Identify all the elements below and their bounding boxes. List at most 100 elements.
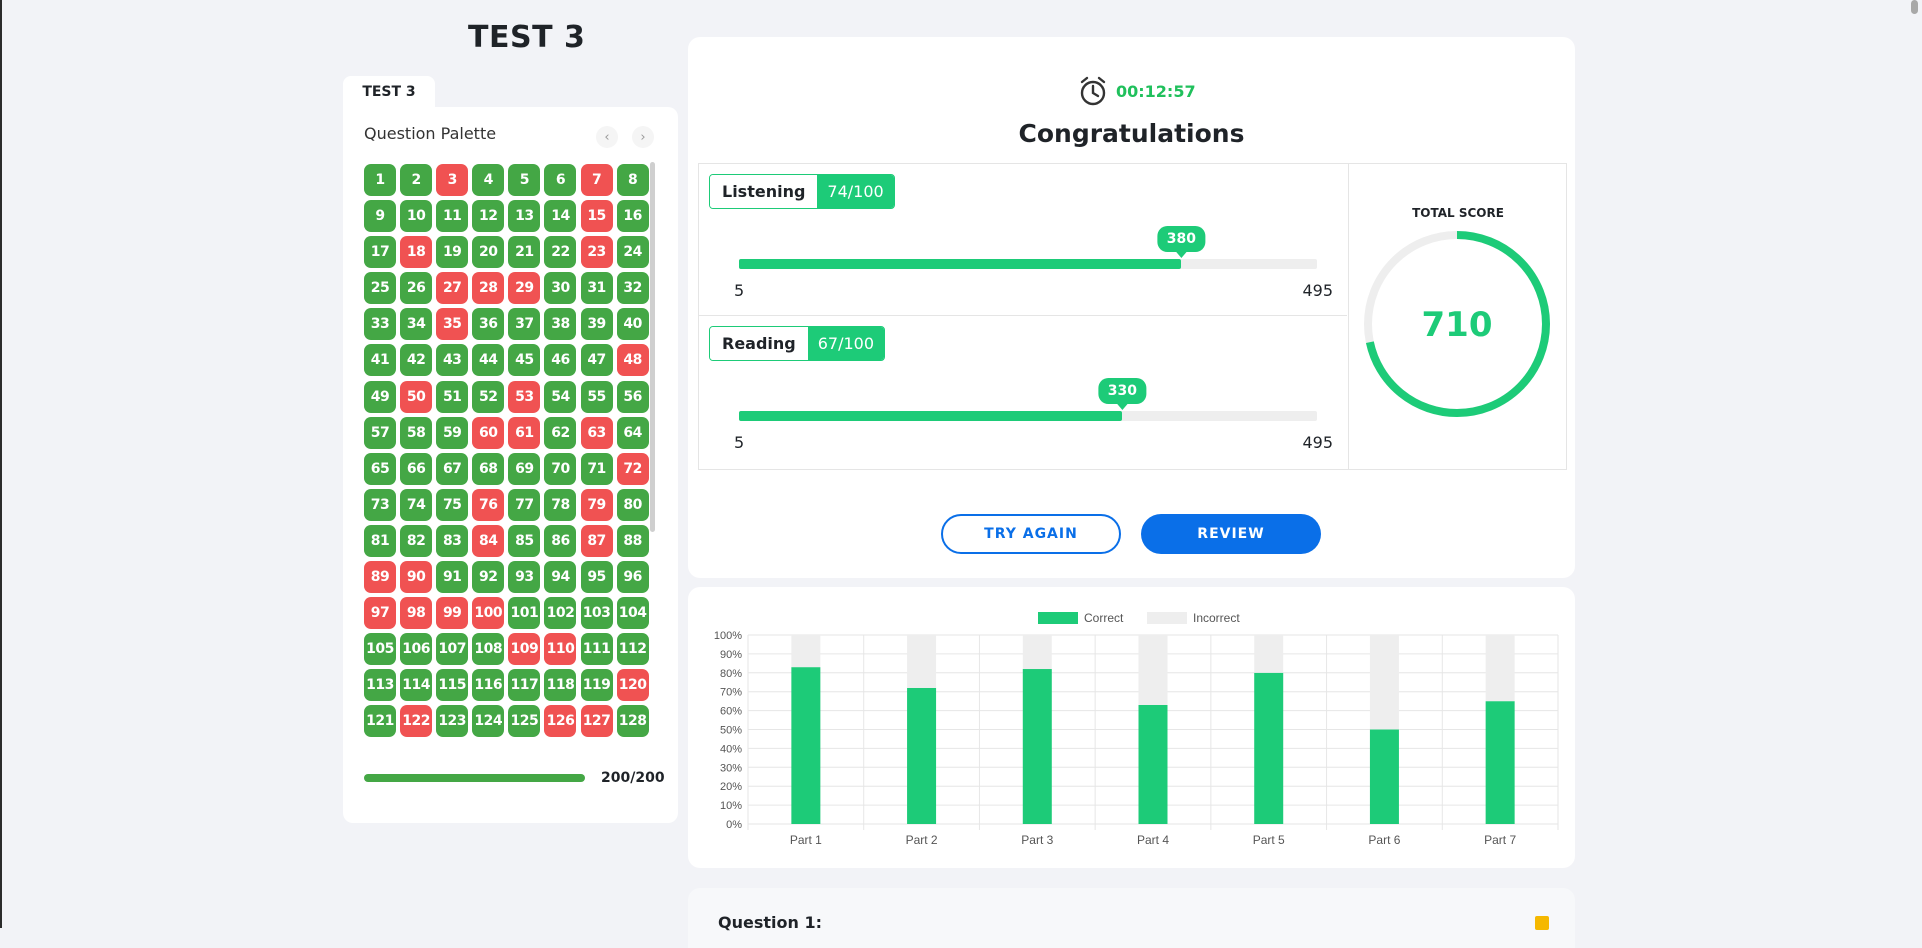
question-button[interactable]: 76 <box>472 488 505 521</box>
question-button[interactable]: 95 <box>580 561 613 594</box>
question-button[interactable]: 38 <box>544 308 577 341</box>
question-button[interactable]: 67 <box>436 452 469 485</box>
question-button[interactable]: 8 <box>616 164 649 196</box>
question-button[interactable]: 96 <box>616 561 649 594</box>
question-button[interactable]: 112 <box>616 633 649 666</box>
question-button[interactable]: 51 <box>436 380 469 413</box>
question-button[interactable]: 62 <box>544 416 577 449</box>
question-button[interactable]: 127 <box>580 705 613 738</box>
question-button[interactable]: 27 <box>436 272 469 305</box>
question-button[interactable]: 52 <box>472 380 505 413</box>
question-button[interactable]: 56 <box>616 380 649 413</box>
question-button[interactable]: 99 <box>436 597 469 630</box>
question-button[interactable]: 110 <box>544 633 577 666</box>
question-button[interactable]: 40 <box>616 308 649 341</box>
question-button[interactable]: 35 <box>436 308 469 341</box>
question-button[interactable]: 108 <box>472 633 505 666</box>
question-button[interactable]: 72 <box>616 452 649 485</box>
question-button[interactable]: 128 <box>616 705 649 738</box>
question-button[interactable]: 82 <box>400 524 433 557</box>
question-button[interactable]: 126 <box>544 705 577 738</box>
question-button[interactable]: 10 <box>400 200 433 233</box>
question-button[interactable]: 58 <box>400 416 433 449</box>
question-button[interactable]: 114 <box>400 669 433 702</box>
question-button[interactable]: 7 <box>580 164 613 196</box>
question-button[interactable]: 64 <box>616 416 649 449</box>
question-button[interactable]: 91 <box>436 561 469 594</box>
question-button[interactable]: 15 <box>580 200 613 233</box>
question-button[interactable]: 102 <box>544 597 577 630</box>
question-button[interactable]: 85 <box>508 524 541 557</box>
review-button[interactable]: REVIEW <box>1141 514 1321 554</box>
question-button[interactable]: 77 <box>508 488 541 521</box>
question-button[interactable]: 87 <box>580 524 613 557</box>
question-button[interactable]: 55 <box>580 380 613 413</box>
question-button[interactable]: 6 <box>544 164 577 196</box>
question-button[interactable]: 34 <box>400 308 433 341</box>
question-button[interactable]: 111 <box>580 633 613 666</box>
question-button[interactable]: 74 <box>400 488 433 521</box>
question-button[interactable]: 123 <box>436 705 469 738</box>
question-button[interactable]: 121 <box>364 705 396 738</box>
question-button[interactable]: 84 <box>472 524 505 557</box>
question-button[interactable]: 19 <box>436 236 469 269</box>
question-button[interactable]: 89 <box>364 561 396 594</box>
question-button[interactable]: 109 <box>508 633 541 666</box>
question-button[interactable]: 18 <box>400 236 433 269</box>
question-button[interactable]: 49 <box>364 380 396 413</box>
question-button[interactable]: 69 <box>508 452 541 485</box>
question-button[interactable]: 12 <box>472 200 505 233</box>
question-button[interactable]: 125 <box>508 705 541 738</box>
question-button[interactable]: 48 <box>616 344 649 377</box>
question-button[interactable]: 46 <box>544 344 577 377</box>
question-button[interactable]: 61 <box>508 416 541 449</box>
question-button[interactable]: 116 <box>472 669 505 702</box>
question-button[interactable]: 124 <box>472 705 505 738</box>
question-button[interactable]: 90 <box>400 561 433 594</box>
question-button[interactable]: 71 <box>580 452 613 485</box>
question-button[interactable]: 93 <box>508 561 541 594</box>
question-button[interactable]: 32 <box>616 272 649 305</box>
question-button[interactable]: 1 <box>364 164 396 196</box>
question-button[interactable]: 68 <box>472 452 505 485</box>
question-button[interactable]: 75 <box>436 488 469 521</box>
question-button[interactable]: 66 <box>400 452 433 485</box>
question-button[interactable]: 98 <box>400 597 433 630</box>
question-button[interactable]: 26 <box>400 272 433 305</box>
question-button[interactable]: 3 <box>436 164 469 196</box>
question-button[interactable]: 103 <box>580 597 613 630</box>
question-button[interactable]: 94 <box>544 561 577 594</box>
try-again-button[interactable]: TRY AGAIN <box>941 514 1121 554</box>
question-button[interactable]: 113 <box>364 669 396 702</box>
question-button[interactable]: 13 <box>508 200 541 233</box>
question-button[interactable]: 86 <box>544 524 577 557</box>
question-button[interactable]: 59 <box>436 416 469 449</box>
question-button[interactable]: 54 <box>544 380 577 413</box>
question-button[interactable]: 115 <box>436 669 469 702</box>
question-button[interactable]: 73 <box>364 488 396 521</box>
question-button[interactable]: 120 <box>616 669 649 702</box>
question-button[interactable]: 100 <box>472 597 505 630</box>
question-button[interactable]: 30 <box>544 272 577 305</box>
page-scrollbar[interactable] <box>1908 0 1922 928</box>
question-button[interactable]: 105 <box>364 633 396 666</box>
question-button[interactable]: 5 <box>508 164 541 196</box>
question-button[interactable]: 106 <box>400 633 433 666</box>
question-button[interactable]: 39 <box>580 308 613 341</box>
question-button[interactable]: 4 <box>472 164 505 196</box>
question-button[interactable]: 29 <box>508 272 541 305</box>
question-button[interactable]: 2 <box>400 164 433 196</box>
question-button[interactable]: 81 <box>364 524 396 557</box>
question-button[interactable]: 47 <box>580 344 613 377</box>
question-button[interactable]: 21 <box>508 236 541 269</box>
question-button[interactable]: 24 <box>616 236 649 269</box>
question-button[interactable]: 50 <box>400 380 433 413</box>
question-button[interactable]: 79 <box>580 488 613 521</box>
question-button[interactable]: 41 <box>364 344 396 377</box>
question-button[interactable]: 53 <box>508 380 541 413</box>
question-button[interactable]: 42 <box>400 344 433 377</box>
question-button[interactable]: 92 <box>472 561 505 594</box>
question-button[interactable]: 17 <box>364 236 396 269</box>
question-button[interactable]: 83 <box>436 524 469 557</box>
question-button[interactable]: 31 <box>580 272 613 305</box>
